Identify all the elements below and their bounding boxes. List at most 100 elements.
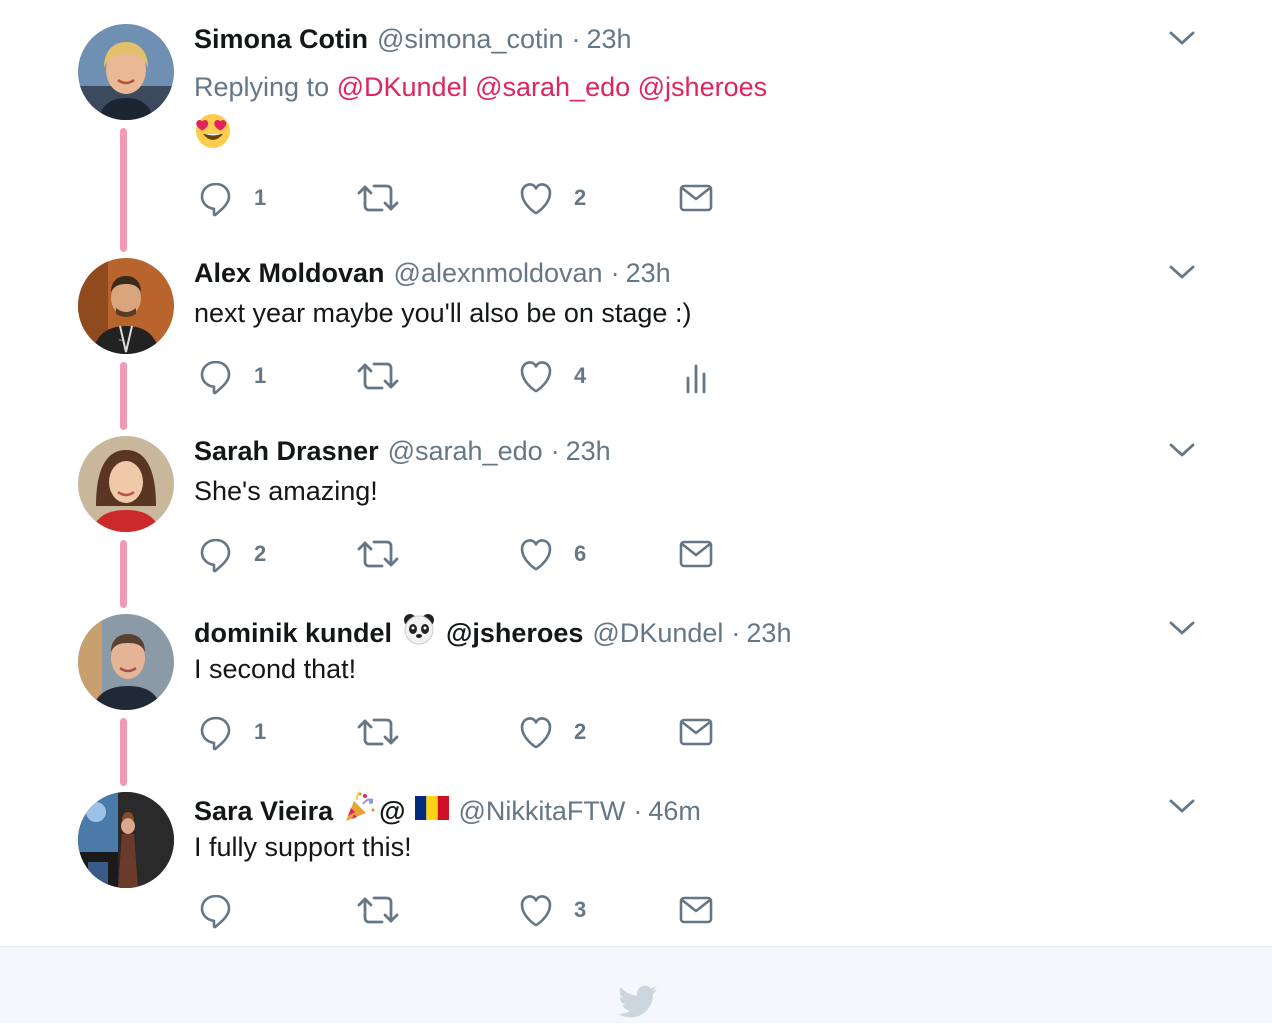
avatar[interactable] — [78, 24, 174, 120]
party-popper-emoji — [343, 790, 377, 832]
timestamp[interactable]: 23h — [587, 22, 632, 56]
mention-link[interactable]: @jsheroes — [638, 72, 767, 102]
like-count: 3 — [574, 897, 587, 922]
reply-button[interactable]: 1 — [196, 356, 266, 396]
direct-message-button[interactable] — [676, 534, 716, 574]
tweet[interactable]: Sara Vieira @ @NikkitaFTW · 46m I fully … — [0, 768, 1272, 946]
mention-link[interactable]: @sarah_edo — [475, 72, 630, 102]
username[interactable]: @alexnmoldovan — [394, 256, 603, 290]
avatar[interactable] — [78, 792, 174, 888]
svg-text:~: ~ — [118, 337, 123, 344]
display-name[interactable]: Simona Cotin — [194, 22, 368, 56]
like-heart-icon — [516, 178, 556, 218]
message-icon — [676, 712, 716, 752]
reply-count: 1 — [254, 185, 267, 210]
more-options-chevron-icon[interactable] — [1168, 792, 1196, 820]
username[interactable]: @NikkitaFTW — [458, 794, 625, 828]
username[interactable]: @sarah_edo — [388, 434, 543, 468]
tweet[interactable]: Sarah Drasner @sarah_edo · 23h She's ama… — [0, 412, 1272, 590]
like-button[interactable]: 3 — [516, 890, 586, 930]
tweet-text: I fully support this! — [194, 832, 412, 862]
tweet-actions: 1 4 — [196, 356, 756, 396]
like-heart-icon — [516, 890, 556, 930]
reply-button[interactable] — [196, 890, 254, 930]
reply-count: 1 — [254, 719, 267, 744]
mention-link[interactable]: @DKundel — [337, 72, 468, 102]
tweet-text: She's amazing! — [194, 476, 378, 506]
reply-icon — [196, 356, 236, 396]
reply-icon — [196, 178, 236, 218]
more-options-chevron-icon[interactable] — [1168, 614, 1196, 642]
timeline-footer — [0, 946, 1272, 1023]
tweet-text: I second that! — [194, 654, 357, 684]
jsheroes-mention: @jsheroes — [446, 618, 584, 648]
tweet-actions: 1 2 — [196, 712, 756, 752]
like-count: 2 — [574, 719, 587, 744]
retweet-icon — [356, 712, 400, 752]
separator: · — [550, 436, 560, 466]
like-button[interactable]: 2 — [516, 712, 586, 752]
retweet-button[interactable] — [356, 890, 400, 930]
tweet-header: Sarah Drasner @sarah_edo · 23h — [194, 434, 611, 468]
retweet-icon — [356, 356, 400, 396]
separator: · — [571, 24, 581, 54]
more-options-chevron-icon[interactable] — [1168, 24, 1196, 52]
reply-button[interactable]: 2 — [196, 534, 266, 574]
reply-icon — [196, 534, 236, 574]
replying-to: Replying to @DKundel @sarah_edo @jsheroe… — [194, 70, 767, 104]
timestamp[interactable]: 23h — [626, 256, 671, 290]
like-count: 4 — [574, 363, 587, 388]
display-name[interactable]: Sara Vieira — [194, 794, 333, 828]
tweet-text: next year maybe you'll also be on stage … — [194, 298, 692, 328]
separator: · — [633, 796, 643, 826]
retweet-button[interactable] — [356, 534, 400, 574]
message-icon — [676, 534, 716, 574]
direct-message-button[interactable] — [676, 890, 716, 930]
like-heart-icon — [516, 356, 556, 396]
like-heart-icon — [516, 712, 556, 752]
direct-message-button[interactable] — [676, 178, 716, 218]
username[interactable]: @simona_cotin — [377, 22, 564, 56]
retweet-button[interactable] — [356, 712, 400, 752]
tweet[interactable]: dominik kundel @jsheroes @DKundel · 23h … — [0, 590, 1272, 768]
like-button[interactable]: 6 — [516, 534, 586, 574]
tweet-header: Alex Moldovan @alexnmoldovan · 23h — [194, 256, 671, 290]
tweet[interactable]: Simona Cotin @simona_cotin · 23h Replyin… — [0, 0, 1272, 240]
analytics-button[interactable] — [676, 356, 716, 396]
separator: · — [610, 258, 620, 288]
avatar[interactable] — [78, 436, 174, 532]
username[interactable]: @DKundel — [592, 616, 723, 650]
like-button[interactable]: 2 — [516, 178, 586, 218]
twitter-bird-icon — [618, 985, 658, 1024]
direct-message-button[interactable] — [676, 712, 716, 752]
separator: · — [731, 618, 741, 648]
display-name[interactable]: Sarah Drasner — [194, 434, 379, 468]
retweet-icon — [356, 178, 400, 218]
retweet-button[interactable] — [356, 178, 400, 218]
reply-button[interactable]: 1 — [196, 712, 266, 752]
like-count: 6 — [574, 541, 587, 566]
tweet-header: Simona Cotin @simona_cotin · 23h — [194, 22, 632, 56]
timestamp[interactable]: 23h — [566, 434, 611, 468]
reply-count: 2 — [254, 541, 267, 566]
avatar[interactable]: ~ — [78, 258, 174, 354]
reply-count: 1 — [254, 363, 267, 388]
retweet-icon — [356, 890, 400, 930]
timestamp[interactable]: 23h — [746, 616, 791, 650]
avatar[interactable] — [78, 614, 174, 710]
retweet-button[interactable] — [356, 356, 400, 396]
analytics-icon — [676, 356, 716, 396]
timestamp[interactable]: 46m — [648, 794, 701, 828]
display-name[interactable]: dominik kundel — [194, 616, 392, 650]
more-options-chevron-icon[interactable] — [1168, 258, 1196, 286]
like-count: 2 — [574, 185, 587, 210]
replying-label: Replying to — [194, 72, 330, 102]
display-name[interactable]: Alex Moldovan — [194, 256, 385, 290]
reply-button[interactable]: 1 — [196, 178, 266, 218]
panda-emoji — [402, 612, 436, 654]
reply-icon — [196, 890, 236, 930]
tweet-header: dominik kundel @jsheroes @DKundel · 23h — [194, 612, 791, 654]
like-button[interactable]: 4 — [516, 356, 586, 396]
more-options-chevron-icon[interactable] — [1168, 436, 1196, 464]
tweet[interactable]: ~ Alex Moldovan @alexnmoldovan · 23h nex… — [0, 234, 1272, 412]
